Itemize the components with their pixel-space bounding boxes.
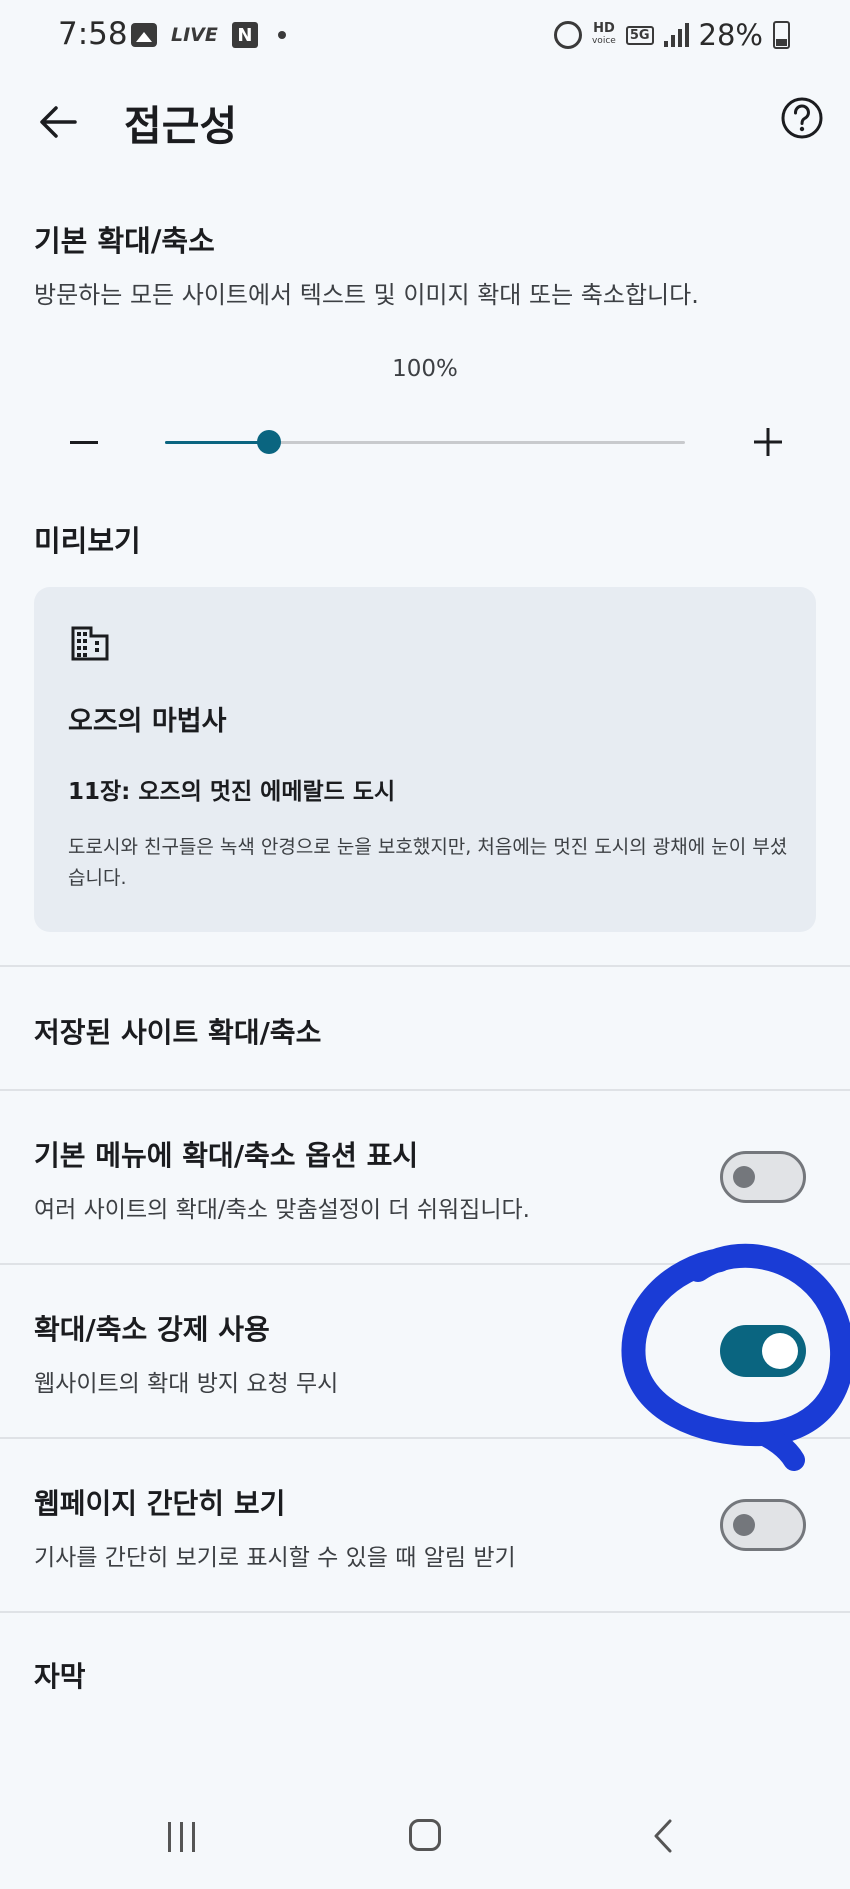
default-zoom-subtitle: 방문하는 모든 사이트에서 텍스트 및 이미지 확대 또는 축소합니다.	[34, 281, 699, 309]
signal-icon	[663, 23, 689, 47]
toggle-knob	[733, 1166, 755, 1188]
setting-subtitle: 웹사이트의 확대 방지 요청 무시	[34, 1371, 339, 1397]
gallery-icon	[131, 23, 157, 47]
home-icon[interactable]	[409, 1819, 441, 1851]
captions-title: 자막	[34, 1660, 86, 1693]
navigation-bar	[0, 1790, 850, 1889]
simplified-view-toggle[interactable]	[720, 1499, 806, 1551]
setting-subtitle: 여러 사이트의 확대/축소 맞춤설정이 더 쉬워집니다.	[34, 1197, 530, 1223]
app-bar: 접근성	[0, 70, 850, 166]
zoom-menu-toggle[interactable]	[720, 1151, 806, 1203]
setting-row-force-zoom[interactable]: 확대/축소 강제 사용 웹사이트의 확대 방지 요청 무시	[0, 1265, 850, 1437]
live-icon: LIVE	[171, 24, 218, 46]
status-bar: 7:58 LIVE N HD voice 5G 28%	[0, 0, 850, 70]
zoom-value: 100%	[392, 356, 458, 382]
captions-row[interactable]: 자막	[0, 1613, 850, 1733]
minus-icon	[70, 440, 98, 444]
default-zoom-title: 기본 확대/축소	[34, 224, 215, 258]
saved-zoom-row[interactable]: 저장된 사이트 확대/축소	[0, 967, 850, 1089]
page-title: 접근성	[124, 102, 238, 150]
plus-icon	[754, 428, 782, 456]
hd-label: HD	[593, 21, 615, 36]
recents-icon[interactable]	[168, 1822, 195, 1852]
setting-subtitle: 기사를 간단히 보기로 표시할 수 있을 때 알림 받기	[34, 1545, 516, 1571]
toggle-knob	[733, 1514, 755, 1536]
battery-percent: 28%	[698, 18, 763, 52]
zoom-slider-fill	[165, 441, 269, 444]
force-zoom-toggle[interactable]	[720, 1325, 806, 1377]
n-icon: N	[231, 22, 258, 48]
help-icon	[781, 97, 823, 139]
preview-heading: 미리보기	[34, 524, 141, 558]
battery-icon	[773, 21, 790, 49]
zoom-slider[interactable]	[165, 430, 685, 454]
notification-icons: LIVE N	[131, 22, 286, 48]
dot-icon	[277, 31, 286, 39]
zoom-in-button[interactable]	[746, 420, 790, 464]
preview-book-title: 오즈의 마법사	[68, 706, 227, 737]
voice-label: voice	[591, 36, 616, 46]
preview-body: 도로시와 친구들은 녹색 안경으로 눈을 보호했지만, 처음에는 멋진 도시의 …	[68, 836, 788, 889]
preview-card: 오즈의 마법사 11장: 오즈의 멋진 에메랄드 도시 도로시와 친구들은 녹색…	[34, 587, 816, 932]
toggle-knob	[762, 1333, 798, 1369]
help-button[interactable]	[776, 92, 828, 144]
setting-title: 확대/축소 강제 사용	[34, 1313, 270, 1346]
setting-row-zoom-menu[interactable]: 기본 메뉴에 확대/축소 옵션 표시 여러 사이트의 확대/축소 맞춤설정이 더…	[0, 1091, 850, 1263]
hd-voice-icon: HD voice	[592, 22, 616, 48]
back-arrow-icon	[40, 106, 77, 138]
setting-title: 기본 메뉴에 확대/축소 옵션 표시	[34, 1139, 419, 1172]
zoom-out-button[interactable]	[62, 420, 106, 464]
alarm-icon	[553, 21, 582, 49]
preview-chapter: 11장: 오즈의 멋진 에메랄드 도시	[68, 779, 396, 805]
building-icon	[71, 626, 109, 661]
setting-title: 웹페이지 간단히 보기	[34, 1487, 286, 1520]
5g-icon: 5G	[625, 25, 654, 45]
zoom-slider-thumb[interactable]	[257, 430, 281, 454]
system-icons: HD voice 5G 28%	[553, 18, 790, 52]
back-button[interactable]	[30, 94, 86, 150]
setting-row-simplified-view[interactable]: 웹페이지 간단히 보기 기사를 간단히 보기로 표시할 수 있을 때 알림 받기	[0, 1439, 850, 1611]
screen: 7:58 LIVE N HD voice 5G 28% 접근성 기본 확대/축소…	[0, 0, 850, 1889]
back-icon[interactable]	[650, 1818, 680, 1854]
saved-zoom-title: 저장된 사이트 확대/축소	[34, 1016, 322, 1049]
status-time: 7:58	[58, 16, 128, 52]
